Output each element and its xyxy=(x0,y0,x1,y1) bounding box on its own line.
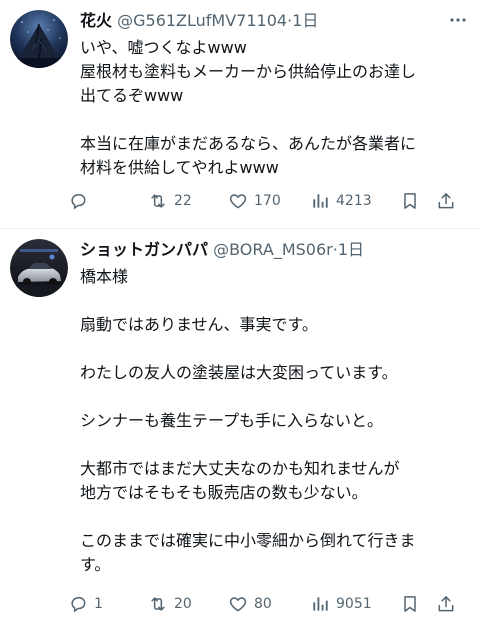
like-button[interactable]: 80 xyxy=(228,594,310,614)
post-line: いや、嘘つくなよwww xyxy=(80,38,247,57)
share-button[interactable] xyxy=(436,191,466,211)
retweet-icon xyxy=(148,191,168,211)
more-horizontal-icon[interactable] xyxy=(446,8,470,32)
views-icon xyxy=(310,594,330,614)
post[interactable]: 花火 @G561ZLufMV71104·1日 いや、嘘つくなよwww 屋根材も塗… xyxy=(0,0,480,228)
bookmark-icon xyxy=(400,594,420,614)
action-bar: 1 20 80 9051 xyxy=(68,592,470,616)
post[interactable]: ショットガンパパ @BORA_MS06r·1日 橋本様 扇動ではありません、事実… xyxy=(0,229,480,628)
like-count: 80 xyxy=(254,596,272,612)
post-line: 大都市ではまだ大丈夫なのかも知れませんが xyxy=(80,459,400,478)
retweet-button[interactable]: 20 xyxy=(148,594,228,614)
post-line: 本当に在庫がまだあるなら、あんたが各業者に xyxy=(80,134,417,153)
like-button[interactable]: 170 xyxy=(228,191,310,211)
views-icon xyxy=(310,191,330,211)
bookmark-button[interactable] xyxy=(400,191,436,211)
avatar[interactable] xyxy=(10,239,68,297)
post-line: す。 xyxy=(80,555,111,574)
view-count: 4213 xyxy=(336,193,372,209)
post-time[interactable]: 1日 xyxy=(292,11,318,30)
author-handle[interactable]: @G561ZLufMV71104 xyxy=(117,11,287,30)
post-text: 橋本様 扇動ではありません、事実です。 わたしの友人の塗装屋は大変困っています。… xyxy=(80,265,466,577)
post-line: 地方ではそもそも販売店の数も少ない。 xyxy=(80,483,368,502)
reply-button[interactable] xyxy=(68,191,148,211)
views-button[interactable]: 9051 xyxy=(310,594,400,614)
retweet-count: 20 xyxy=(174,596,192,612)
author-handle[interactable]: @BORA_MS06r xyxy=(213,240,333,259)
reply-icon xyxy=(68,191,88,211)
bookmark-button[interactable] xyxy=(400,594,436,614)
bookmark-icon xyxy=(400,191,420,211)
post-line: 材料を供給してやれよwww xyxy=(80,158,279,177)
retweet-count: 22 xyxy=(174,193,192,209)
action-bar: 22 170 4213 xyxy=(68,189,470,213)
post-time[interactable]: 1日 xyxy=(338,240,364,259)
view-count: 9051 xyxy=(336,596,372,612)
reply-count: 1 xyxy=(94,596,103,612)
post-line: 屋根材も塗料もメーカーから供給停止のお達し xyxy=(80,62,417,81)
share-icon xyxy=(436,191,456,211)
post-line: わたしの友人の塗装屋は大変困っています。 xyxy=(80,363,398,382)
share-icon xyxy=(436,594,456,614)
post-line: このままでは確実に中小零細から倒れて行きま xyxy=(80,531,416,550)
reply-icon xyxy=(68,594,88,614)
reply-button[interactable]: 1 xyxy=(68,594,148,614)
like-icon xyxy=(228,191,248,211)
author-name[interactable]: 花火 xyxy=(80,11,112,30)
avatar[interactable] xyxy=(10,10,68,68)
like-icon xyxy=(228,594,248,614)
post-line: 出てるぞwww xyxy=(80,86,184,105)
views-button[interactable]: 4213 xyxy=(310,191,400,211)
like-count: 170 xyxy=(254,193,281,209)
post-text: いや、嘘つくなよwww 屋根材も塗料もメーカーから供給停止のお達し 出てるぞww… xyxy=(80,36,466,180)
share-button[interactable] xyxy=(436,594,466,614)
retweet-button[interactable]: 22 xyxy=(148,191,228,211)
author-name[interactable]: ショットガンパパ xyxy=(80,240,208,259)
retweet-icon xyxy=(148,594,168,614)
post-line: シンナーも養生テープも手に入らないと。 xyxy=(80,411,384,430)
post-line: 扇動ではありません、事実です。 xyxy=(80,315,318,334)
post-line: 橋本様 xyxy=(80,267,129,286)
